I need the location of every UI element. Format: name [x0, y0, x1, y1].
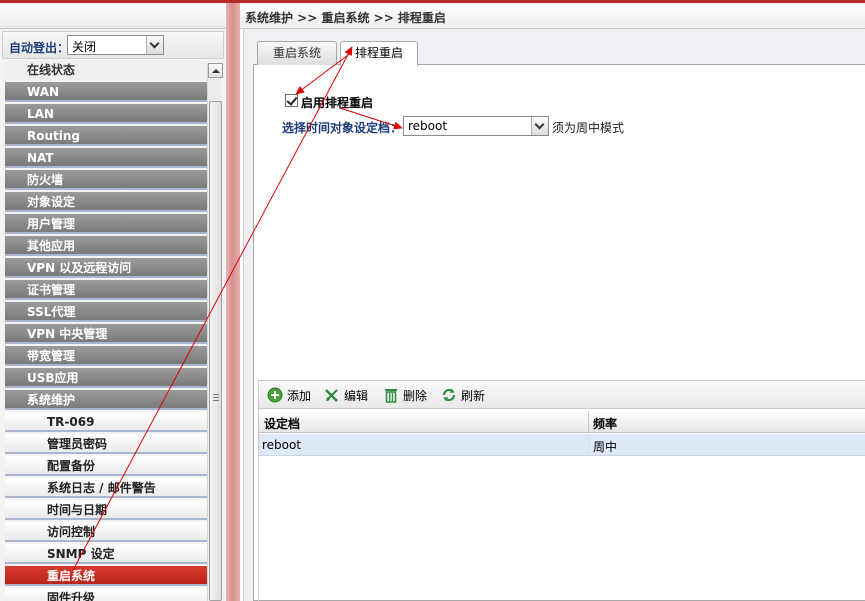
sidebar-scrollbar[interactable]	[207, 63, 223, 601]
sidebar-header	[0, 3, 226, 29]
sidebar-item[interactable]: 其他应用	[5, 236, 207, 256]
sidebar-item[interactable]: 重启系统	[5, 566, 207, 586]
delete-button[interactable]: 删除	[383, 387, 427, 405]
sidebar-item[interactable]: VPN 中央管理	[5, 324, 207, 344]
table-cell-profile: reboot	[262, 438, 302, 452]
enable-schedule-label: 启用排程重启	[301, 96, 374, 110]
auto-logout-value: 关闭	[72, 40, 97, 54]
sidebar-item[interactable]: TR-069	[5, 412, 207, 432]
breadcrumb-bar: 系统维护 >> 重启系统 >> 排程重启	[240, 3, 865, 29]
schedule-profile-select[interactable]: reboot	[403, 116, 549, 136]
sidebar-item[interactable]: LAN	[5, 104, 207, 124]
sidebar-item[interactable]: 带宽管理	[5, 346, 207, 366]
add-label: 添加	[287, 389, 312, 403]
sidebar-item[interactable]: 管理员密码	[5, 434, 207, 454]
sidebar-menu: 在线状态 WAN LAN Routing NAT 防火墙 对象设定 用户管理 其他应用 VPN 以…	[5, 60, 207, 601]
grid-header: 设定档 频率	[259, 411, 865, 433]
sidebar-item[interactable]: 系统日志 / 邮件警告	[5, 478, 207, 498]
delete-icon	[385, 389, 397, 403]
edit-icon	[325, 389, 338, 402]
sidebar-item[interactable]: 访问控制	[5, 522, 207, 542]
add-icon	[267, 387, 283, 403]
sidebar-item[interactable]: 在线状态	[5, 60, 207, 80]
grip-icon	[213, 394, 219, 401]
delete-label: 删除	[403, 389, 428, 403]
panel-divider[interactable]	[226, 3, 240, 601]
refresh-icon	[442, 388, 456, 402]
chevron-down-icon[interactable]	[146, 36, 163, 54]
sidebar: 自动登出： 关闭 在线状态 WAN LAN Routing NAT 防火墙 对象设定 用户管理…	[0, 3, 230, 601]
sidebar-item[interactable]: 固件升级	[5, 588, 207, 601]
sidebar-item[interactable]: 证书管理	[5, 280, 207, 300]
sidebar-item[interactable]: 时间与日期	[5, 500, 207, 520]
sidebar-item[interactable]: SSL代理	[5, 302, 207, 322]
sidebar-item[interactable]: 系统维护	[5, 390, 207, 410]
auto-logout-bar: 自动登出： 关闭	[2, 31, 224, 59]
tab-reboot-system[interactable]: 重启系统	[257, 41, 337, 65]
table-row[interactable]: reboot 周中	[259, 434, 865, 456]
sidebar-item[interactable]: SNMP 设定	[5, 544, 207, 564]
sidebar-item[interactable]: Routing	[5, 126, 207, 146]
tab-content	[253, 64, 865, 601]
sidebar-item[interactable]: WAN	[5, 82, 207, 102]
tab-scheduled-reboot[interactable]: 排程重启	[340, 41, 418, 66]
enable-schedule-checkbox[interactable]	[285, 94, 298, 107]
schedule-profile-value: reboot	[408, 119, 448, 133]
chevron-down-icon[interactable]	[531, 117, 548, 135]
column-header-profile[interactable]: 设定档	[264, 415, 300, 432]
column-header-frequency[interactable]: 频率	[593, 415, 617, 432]
auto-logout-select[interactable]: 关闭	[67, 35, 164, 55]
column-separator	[588, 434, 589, 456]
refresh-button[interactable]: 刷新	[441, 387, 485, 405]
edit-label: 编辑	[344, 389, 369, 403]
scroll-thumb[interactable]	[209, 101, 222, 601]
sidebar-item[interactable]: 用户管理	[5, 214, 207, 234]
sidebar-item[interactable]: 配置备份	[5, 456, 207, 476]
sidebar-item[interactable]: VPN 以及远程访问	[5, 258, 207, 278]
sidebar-item[interactable]: NAT	[5, 148, 207, 168]
sidebar-item[interactable]: 对象设定	[5, 192, 207, 212]
edit-button[interactable]: 编辑	[324, 387, 368, 405]
column-separator[interactable]	[588, 411, 589, 433]
grid-toolbar: 添加 编辑 删除 刷新	[259, 380, 865, 409]
breadcrumb: 系统维护 >> 重启系统 >> 排程重启	[245, 11, 446, 25]
mode-note: 须为周中模式	[552, 121, 625, 135]
scroll-up-arrow-icon[interactable]	[208, 63, 223, 78]
auto-logout-label: 自动登出：	[9, 41, 70, 55]
sidebar-item[interactable]: USB应用	[5, 368, 207, 388]
table-cell-frequency: 周中	[593, 440, 618, 454]
schedule-profile-label: 选择时间对象设定档：	[282, 121, 403, 135]
sidebar-item[interactable]: 防火墙	[5, 170, 207, 190]
add-button[interactable]: 添加	[267, 387, 311, 405]
refresh-label: 刷新	[461, 389, 486, 403]
